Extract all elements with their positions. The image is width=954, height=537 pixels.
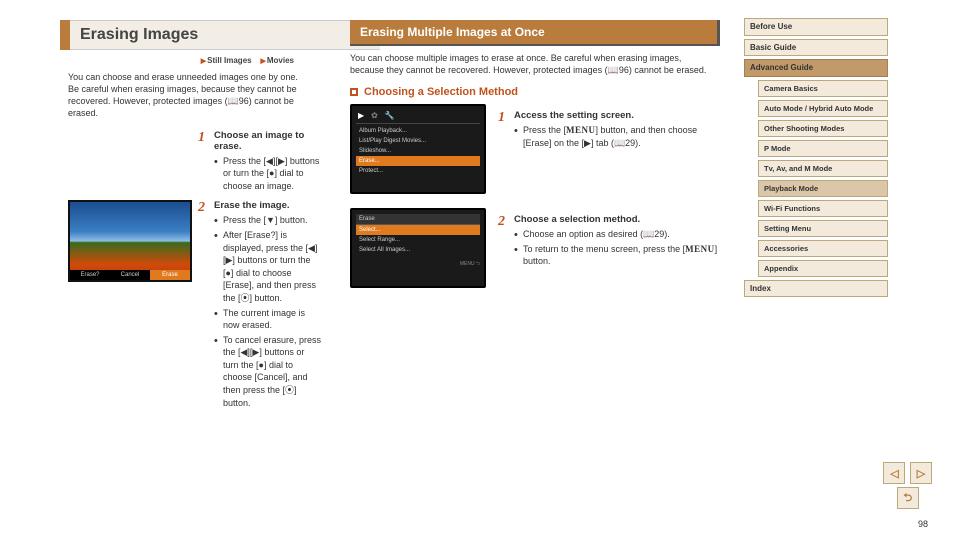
nav-advanced-guide[interactable]: Advanced Guide bbox=[744, 59, 888, 77]
page-number: 98 bbox=[918, 519, 928, 529]
nav-tv-av-m[interactable]: Tv, Av, and M Mode bbox=[758, 160, 888, 177]
camera-menu-screenshot: Erase Select... Select Range... Select A… bbox=[350, 208, 486, 288]
step-title: Erase the image. bbox=[214, 200, 322, 211]
step-number: 1 bbox=[198, 130, 214, 195]
tab-icon: ▶ bbox=[358, 111, 364, 120]
step-bullet: Press the [MENU] button, and then choose… bbox=[514, 124, 722, 149]
media-tags: ▶Still Images ▶Movies bbox=[68, 56, 294, 65]
heading-bar bbox=[60, 20, 70, 50]
step-bullet: To cancel erasure, press the [◀][▶] butt… bbox=[214, 334, 322, 410]
nav-index[interactable]: Index bbox=[744, 280, 888, 298]
triangle-icon: ▶ bbox=[260, 58, 265, 65]
nav-accessories[interactable]: Accessories bbox=[758, 240, 888, 257]
nav-wifi[interactable]: Wi-Fi Functions bbox=[758, 200, 888, 217]
example-photo: Erase? Cancel Erase bbox=[68, 200, 192, 282]
heading-text: Erasing Images bbox=[80, 26, 198, 44]
intro-text: You can choose multiple images to erase … bbox=[350, 52, 712, 76]
next-page-button[interactable]: ▷ bbox=[910, 462, 932, 484]
nav-p-mode[interactable]: P Mode bbox=[758, 140, 888, 157]
step-title: Access the setting screen. bbox=[514, 110, 722, 121]
photo-option: Erase? bbox=[70, 270, 110, 280]
nav-basic-guide[interactable]: Basic Guide bbox=[744, 39, 888, 57]
tab-icon: 🔧 bbox=[385, 111, 395, 120]
step-number: 2 bbox=[198, 200, 214, 411]
step-title: Choose a selection method. bbox=[514, 214, 722, 225]
sub-subsection-heading: Choosing a Selection Method bbox=[350, 86, 722, 98]
step-bullet: To return to the menu screen, press the … bbox=[514, 243, 722, 268]
triangle-icon: ▶ bbox=[201, 58, 206, 65]
prev-page-button[interactable]: ◁ bbox=[883, 462, 905, 484]
step-1: 1 Choose an image to erase. Press the [◀… bbox=[198, 130, 322, 195]
pager: ◁ ▷ ⮌ bbox=[881, 462, 932, 509]
nav-auto-mode[interactable]: Auto Mode / Hybrid Auto Mode bbox=[758, 100, 888, 117]
intro-text: You can choose and erase unneeded images… bbox=[68, 71, 302, 120]
step-bullet: The current image is now erased. bbox=[214, 307, 322, 332]
nav-camera-basics[interactable]: Camera Basics bbox=[758, 80, 888, 97]
nav-before-use[interactable]: Before Use bbox=[744, 18, 888, 36]
back-button[interactable]: ⮌ bbox=[897, 487, 919, 509]
step-1: 1 Access the setting screen. Press the [… bbox=[498, 110, 722, 151]
photo-option: Cancel bbox=[110, 270, 150, 280]
toc-sidebar: Before Use Basic Guide Advanced Guide Ca… bbox=[740, 0, 910, 537]
nav-appendix[interactable]: Appendix bbox=[758, 260, 888, 277]
photo-option-selected: Erase bbox=[150, 270, 190, 280]
step-bullet: After [Erase?] is displayed, press the [… bbox=[214, 229, 322, 305]
subsection-heading: Erasing Multiple Images at Once bbox=[350, 20, 720, 46]
tab-icon: ✿ bbox=[371, 111, 378, 120]
nav-playback-mode[interactable]: Playback Mode bbox=[758, 180, 888, 197]
step-bullet: Press the [◀][▶] buttons or turn the [●]… bbox=[214, 155, 322, 193]
camera-menu-screenshot: ▶ ✿ 🔧 Album Playback... List/Play Digest… bbox=[350, 104, 486, 194]
square-icon bbox=[350, 88, 358, 96]
step-bullet: Choose an option as desired (📖29). bbox=[514, 228, 722, 241]
step-2: 2 Erase the image. Press the [▼] button.… bbox=[198, 200, 322, 411]
step-bullet: Press the [▼] button. bbox=[214, 214, 322, 227]
step-2: 2 Choose a selection method. Choose an o… bbox=[498, 214, 722, 270]
step-title: Choose an image to erase. bbox=[214, 130, 322, 152]
nav-setting-menu[interactable]: Setting Menu bbox=[758, 220, 888, 237]
step-number: 1 bbox=[498, 110, 514, 151]
step-number: 2 bbox=[498, 214, 514, 270]
section-heading: Erasing Images bbox=[60, 20, 380, 50]
nav-other-shooting[interactable]: Other Shooting Modes bbox=[758, 120, 888, 137]
